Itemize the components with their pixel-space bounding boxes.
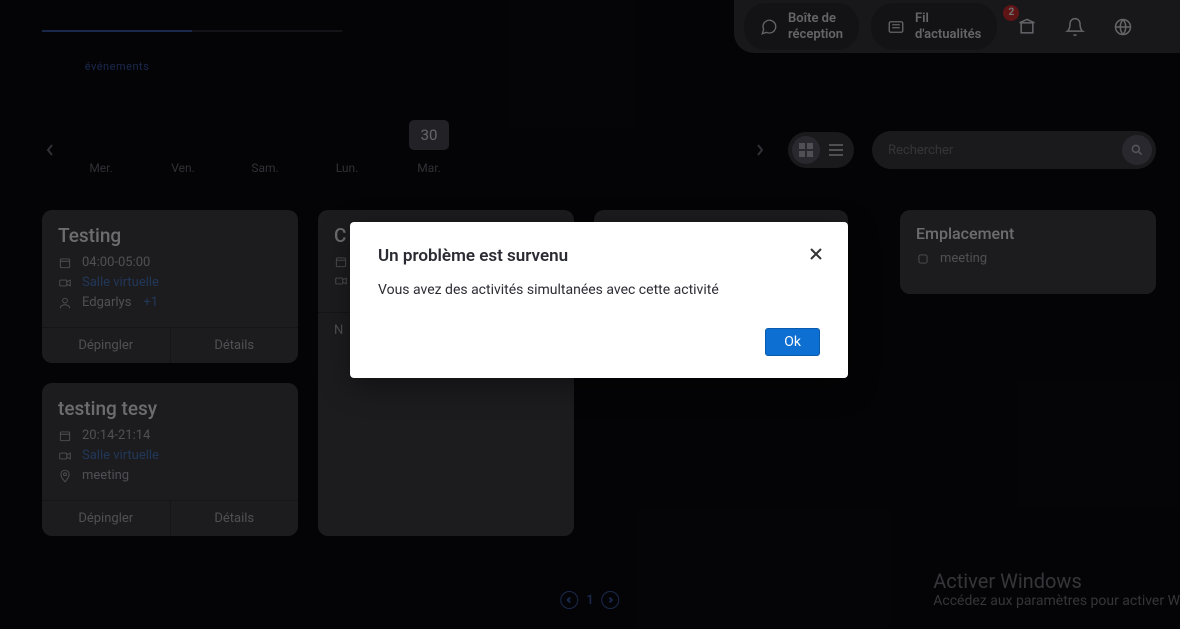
modal-close-button[interactable] (804, 242, 828, 266)
modal-title: Un problème est survenu (378, 246, 820, 266)
modal-ok-button[interactable]: Ok (765, 328, 820, 356)
close-icon (809, 247, 823, 261)
modal-body: Vous avez des activités simultanées avec… (350, 276, 848, 318)
error-modal: Un problème est survenu Vous avez des ac… (350, 222, 848, 378)
